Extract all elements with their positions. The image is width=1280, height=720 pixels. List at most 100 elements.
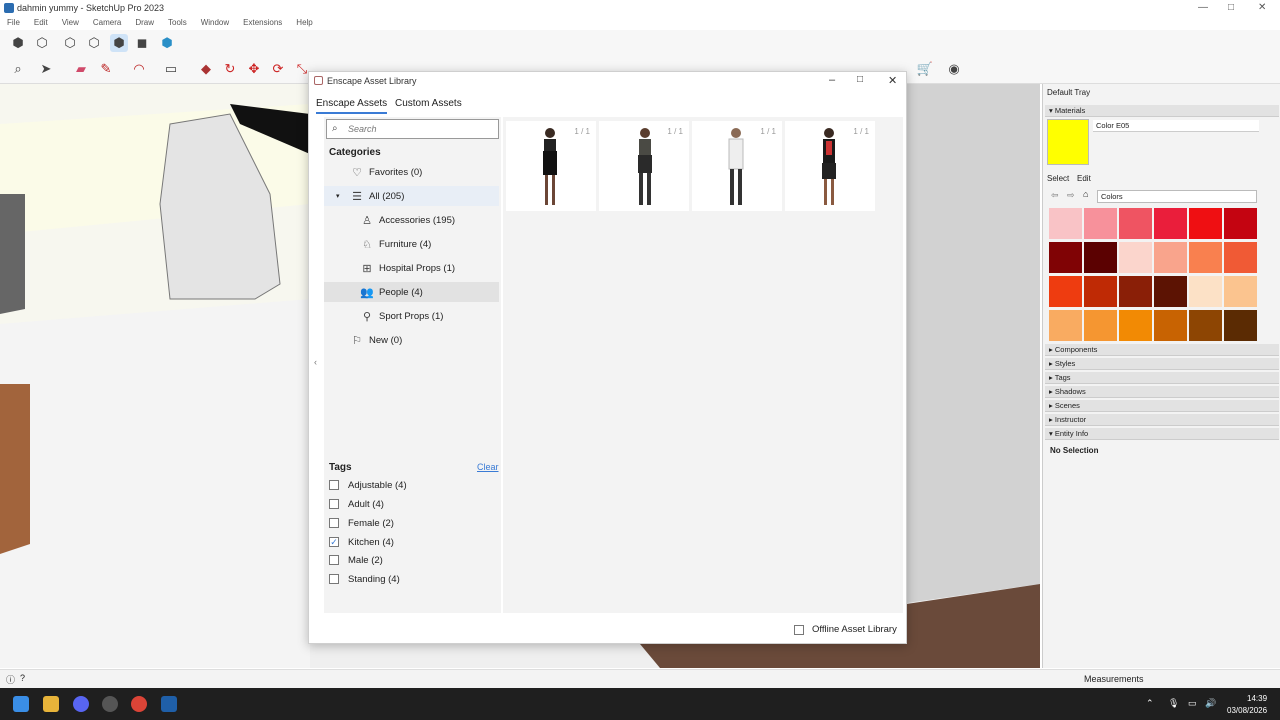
color-swatch[interactable] bbox=[1189, 242, 1222, 273]
account-icon[interactable]: ◉ bbox=[945, 60, 963, 78]
follow-me-icon[interactable]: ↻ bbox=[221, 60, 239, 78]
rectangle-icon[interactable]: ▭ bbox=[162, 60, 180, 78]
menu-draw[interactable]: Draw bbox=[135, 16, 154, 30]
color-swatch[interactable] bbox=[1224, 242, 1257, 273]
color-swatch[interactable] bbox=[1119, 276, 1152, 307]
close-button[interactable]: ✕ bbox=[1258, 2, 1266, 13]
tag-adult[interactable]: Adult (4) bbox=[329, 496, 384, 512]
asset-card[interactable]: 1 / 1 bbox=[692, 121, 782, 211]
offline-checkbox[interactable] bbox=[794, 624, 804, 635]
category-people[interactable]: 👥 People (4) bbox=[324, 282, 499, 302]
move-icon[interactable]: ✥ bbox=[245, 60, 263, 78]
tag-adjustable[interactable]: Adjustable (4) bbox=[329, 477, 407, 493]
clock-date[interactable]: 03/08/2026 bbox=[1227, 706, 1267, 715]
clock-time[interactable]: 14:39 bbox=[1247, 694, 1267, 703]
color-swatch[interactable] bbox=[1119, 242, 1152, 273]
color-swatch[interactable] bbox=[1084, 208, 1117, 239]
tag-checkbox[interactable] bbox=[329, 518, 339, 528]
color-swatch[interactable] bbox=[1049, 208, 1082, 239]
tab-enscape-assets[interactable]: Enscape Assets bbox=[316, 98, 388, 114]
components-header[interactable]: ▸ Components bbox=[1045, 344, 1279, 356]
menu-tools[interactable]: Tools bbox=[168, 16, 187, 30]
file-explorer-icon[interactable] bbox=[43, 696, 59, 712]
asset-card[interactable]: 1 / 1 bbox=[785, 121, 875, 211]
expand-arrow-icon[interactable]: ▾ bbox=[336, 192, 350, 200]
home-icon[interactable]: ⌂ bbox=[1083, 189, 1088, 199]
help-icon[interactable]: ? bbox=[20, 673, 25, 683]
color-swatch[interactable] bbox=[1154, 310, 1187, 341]
microphone-icon[interactable]: 🎙 bbox=[1168, 698, 1179, 709]
shaded-style-icon[interactable]: ⬢ bbox=[110, 34, 128, 52]
color-swatch[interactable] bbox=[1119, 310, 1152, 341]
color-swatch[interactable] bbox=[1224, 208, 1257, 239]
dialog-close-icon[interactable]: ✕ bbox=[888, 74, 897, 87]
chrome-icon[interactable] bbox=[131, 696, 147, 712]
pencil-icon[interactable]: ✎ bbox=[97, 60, 115, 78]
tab-edit[interactable]: Edit bbox=[1077, 174, 1091, 183]
instructor-header[interactable]: ▸ Instructor bbox=[1045, 414, 1279, 426]
search-input[interactable]: ⌕ Search bbox=[326, 119, 499, 139]
right-view-icon[interactable]: ⬡ bbox=[85, 34, 103, 52]
category-new[interactable]: ⚐ New (0) bbox=[324, 330, 499, 350]
color-swatch[interactable] bbox=[1224, 310, 1257, 341]
push-pull-icon[interactable]: ◆ bbox=[197, 60, 215, 78]
category-all[interactable]: ▾ ☰ All (205) bbox=[324, 186, 499, 206]
tray-chevron-icon[interactable]: ⌃ bbox=[1146, 698, 1154, 709]
volume-icon[interactable]: 🔊 bbox=[1205, 698, 1216, 709]
front-view-icon[interactable]: ⬡ bbox=[61, 34, 79, 52]
eraser-icon[interactable]: ▰ bbox=[72, 60, 90, 78]
color-swatch[interactable] bbox=[1189, 276, 1222, 307]
dialog-maximize-icon[interactable]: □ bbox=[857, 74, 863, 85]
menu-help[interactable]: Help bbox=[296, 16, 312, 30]
iso-view-icon[interactable]: ⬢ bbox=[9, 34, 27, 52]
tags-header[interactable]: ▸ Tags bbox=[1045, 372, 1279, 384]
top-view-icon[interactable]: ⬡ bbox=[33, 34, 51, 52]
windows-start-icon[interactable] bbox=[13, 696, 29, 712]
color-swatch[interactable] bbox=[1049, 310, 1082, 341]
tag-checkbox-checked[interactable]: ✓ bbox=[329, 537, 339, 547]
color-swatch[interactable] bbox=[1154, 208, 1187, 239]
styles-header[interactable]: ▸ Styles bbox=[1045, 358, 1279, 370]
select-icon[interactable]: ➤ bbox=[37, 60, 55, 78]
menu-camera[interactable]: Camera bbox=[93, 16, 121, 30]
category-favorites[interactable]: ♡ Favorites (0) bbox=[324, 162, 499, 182]
network-icon[interactable]: ▭ bbox=[1188, 698, 1197, 709]
category-accessories[interactable]: ♙ Accessories (195) bbox=[324, 210, 499, 230]
color-swatch[interactable] bbox=[1119, 208, 1152, 239]
collapse-panel-icon[interactable]: ‹ bbox=[314, 357, 317, 367]
zoom-icon[interactable]: ⌕ bbox=[9, 60, 27, 78]
asset-card[interactable]: 1 / 1 bbox=[599, 121, 689, 211]
entity-info-header[interactable]: ▾ Entity Info bbox=[1045, 428, 1279, 440]
material-name-field[interactable]: Color E05 bbox=[1093, 120, 1259, 132]
tab-select[interactable]: Select bbox=[1047, 174, 1069, 183]
menu-edit[interactable]: Edit bbox=[34, 16, 48, 30]
category-furniture[interactable]: ♘ Furniture (4) bbox=[324, 234, 499, 254]
app-icon[interactable] bbox=[102, 696, 118, 712]
asset-card[interactable]: 1 / 1 bbox=[506, 121, 596, 211]
tag-checkbox[interactable] bbox=[329, 499, 339, 509]
discord-icon[interactable] bbox=[73, 696, 89, 712]
warehouse-icon[interactable]: 🛒 bbox=[916, 60, 934, 78]
menu-extensions[interactable]: Extensions bbox=[243, 16, 282, 30]
offline-library-toggle[interactable]: Offline Asset Library bbox=[794, 624, 897, 635]
tag-standing[interactable]: Standing (4) bbox=[329, 571, 400, 587]
minimize-button[interactable]: — bbox=[1198, 2, 1208, 13]
scenes-header[interactable]: ▸ Scenes bbox=[1045, 400, 1279, 412]
clear-tags-link[interactable]: Clear bbox=[477, 462, 499, 472]
menu-view[interactable]: View bbox=[62, 16, 79, 30]
color-swatch[interactable] bbox=[1049, 276, 1082, 307]
tag-female[interactable]: Female (2) bbox=[329, 515, 394, 531]
color-swatch[interactable] bbox=[1154, 242, 1187, 273]
menu-window[interactable]: Window bbox=[201, 16, 229, 30]
tag-kitchen[interactable]: ✓ Kitchen (4) bbox=[329, 534, 394, 550]
forward-arrow-icon[interactable]: ⇨ bbox=[1067, 190, 1075, 201]
monochrome-style-icon[interactable]: ⬢ bbox=[158, 34, 176, 52]
tab-custom-assets[interactable]: Custom Assets bbox=[395, 98, 462, 109]
category-hospital-props[interactable]: ⊞ Hospital Props (1) bbox=[324, 258, 499, 278]
tag-male[interactable]: Male (2) bbox=[329, 552, 383, 568]
textured-style-icon[interactable]: ◼ bbox=[133, 34, 151, 52]
shadows-header[interactable]: ▸ Shadows bbox=[1045, 386, 1279, 398]
tag-checkbox[interactable] bbox=[329, 574, 339, 584]
color-swatch[interactable] bbox=[1189, 208, 1222, 239]
color-swatch[interactable] bbox=[1189, 310, 1222, 341]
